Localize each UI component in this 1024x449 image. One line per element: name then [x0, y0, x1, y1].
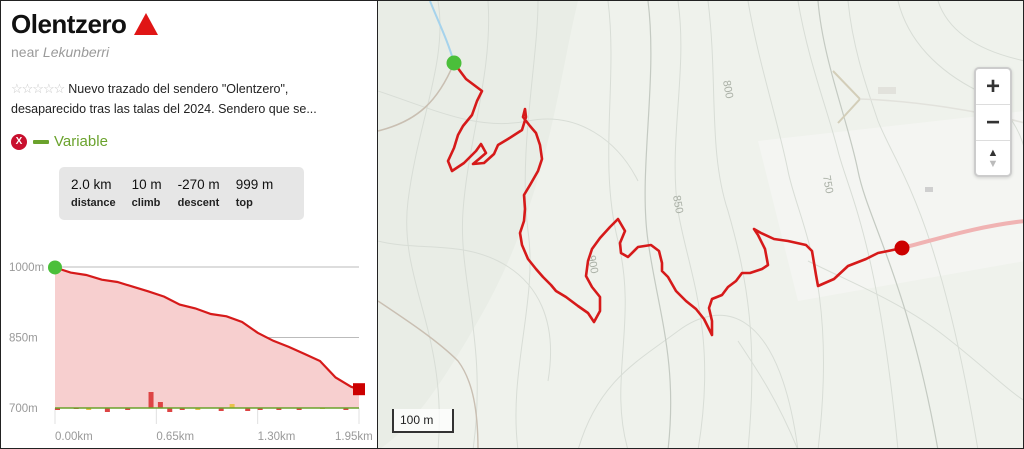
route-description: ☆☆☆☆☆ Nuevo trazado del sendero "Olentzer… [11, 79, 366, 119]
topo-map[interactable]: 800 850 900 750 [378, 1, 1024, 449]
stat-label: climb [131, 197, 161, 209]
chart-end-marker [353, 383, 365, 396]
stat-label: distance [71, 197, 116, 209]
map-scale-bar: 100 m [392, 409, 454, 433]
stat-descent: -270 m descent [178, 177, 220, 220]
y-tick-label: 850m [9, 333, 38, 345]
stat-distance: 2.0 km distance [71, 177, 116, 220]
zoom-out-button[interactable]: − [976, 105, 1010, 141]
difficulty-row: X Variable [11, 133, 108, 150]
near-location: near Lekunberri [11, 44, 109, 60]
route-title: Olentzero [11, 9, 127, 39]
near-place-link[interactable]: Lekunberri [43, 44, 109, 60]
zoom-in-button[interactable]: + [976, 69, 1010, 105]
y-tick-label: 700m [9, 403, 38, 415]
route-info-panel: Olentzero near Lekunberri ☆☆☆☆☆ Nuevo tra… [0, 0, 377, 449]
warning-triangle-icon [134, 12, 159, 35]
stat-value: -270 m [177, 177, 220, 192]
difficulty-label: Variable [54, 133, 108, 150]
chart-start-marker [48, 260, 62, 275]
stat-value: 2.0 km [71, 177, 112, 192]
difficulty-dash-icon [33, 139, 49, 144]
route-end-marker[interactable] [894, 240, 910, 256]
route-start-marker[interactable] [446, 55, 462, 71]
grade-bar [148, 392, 154, 408]
x-tick-label: 1.30km [258, 431, 296, 443]
stat-climb: 10 m climb [132, 177, 162, 220]
stat-value: 10 m [131, 177, 162, 192]
x-tick-label: 0.65km [156, 431, 194, 443]
x-tick-label: 0.00km [55, 431, 93, 443]
near-prefix: near [11, 44, 40, 60]
x-tick-label: 1.95km [335, 431, 373, 443]
y-tick-label: 1000m [9, 262, 44, 274]
compass-south-icon: ▼ [987, 158, 999, 170]
grade-bar [157, 402, 163, 408]
rating-stars-icon[interactable]: ☆☆☆☆☆ [11, 81, 65, 96]
x-circle-icon: X [11, 133, 27, 150]
elevation-chart[interactable]: 1000m 850m 700m 0.00km 0.65km 1.30km 1.95km [1, 251, 377, 449]
title-row: Olentzero [11, 9, 159, 40]
stat-label: descent [177, 197, 220, 209]
map-view[interactable]: 800 850 900 750 + − ▲ ▼ 100 m [377, 0, 1024, 449]
stat-value: 999 m [235, 177, 274, 192]
compass-button[interactable]: ▲ ▼ [976, 141, 1010, 177]
stats-box: 2.0 km distance 10 m climb -270 m descen… [59, 167, 304, 220]
stat-top: 999 m top [236, 177, 274, 220]
stat-label: top [235, 197, 253, 209]
zoom-controls: + − ▲ ▼ [974, 67, 1012, 177]
